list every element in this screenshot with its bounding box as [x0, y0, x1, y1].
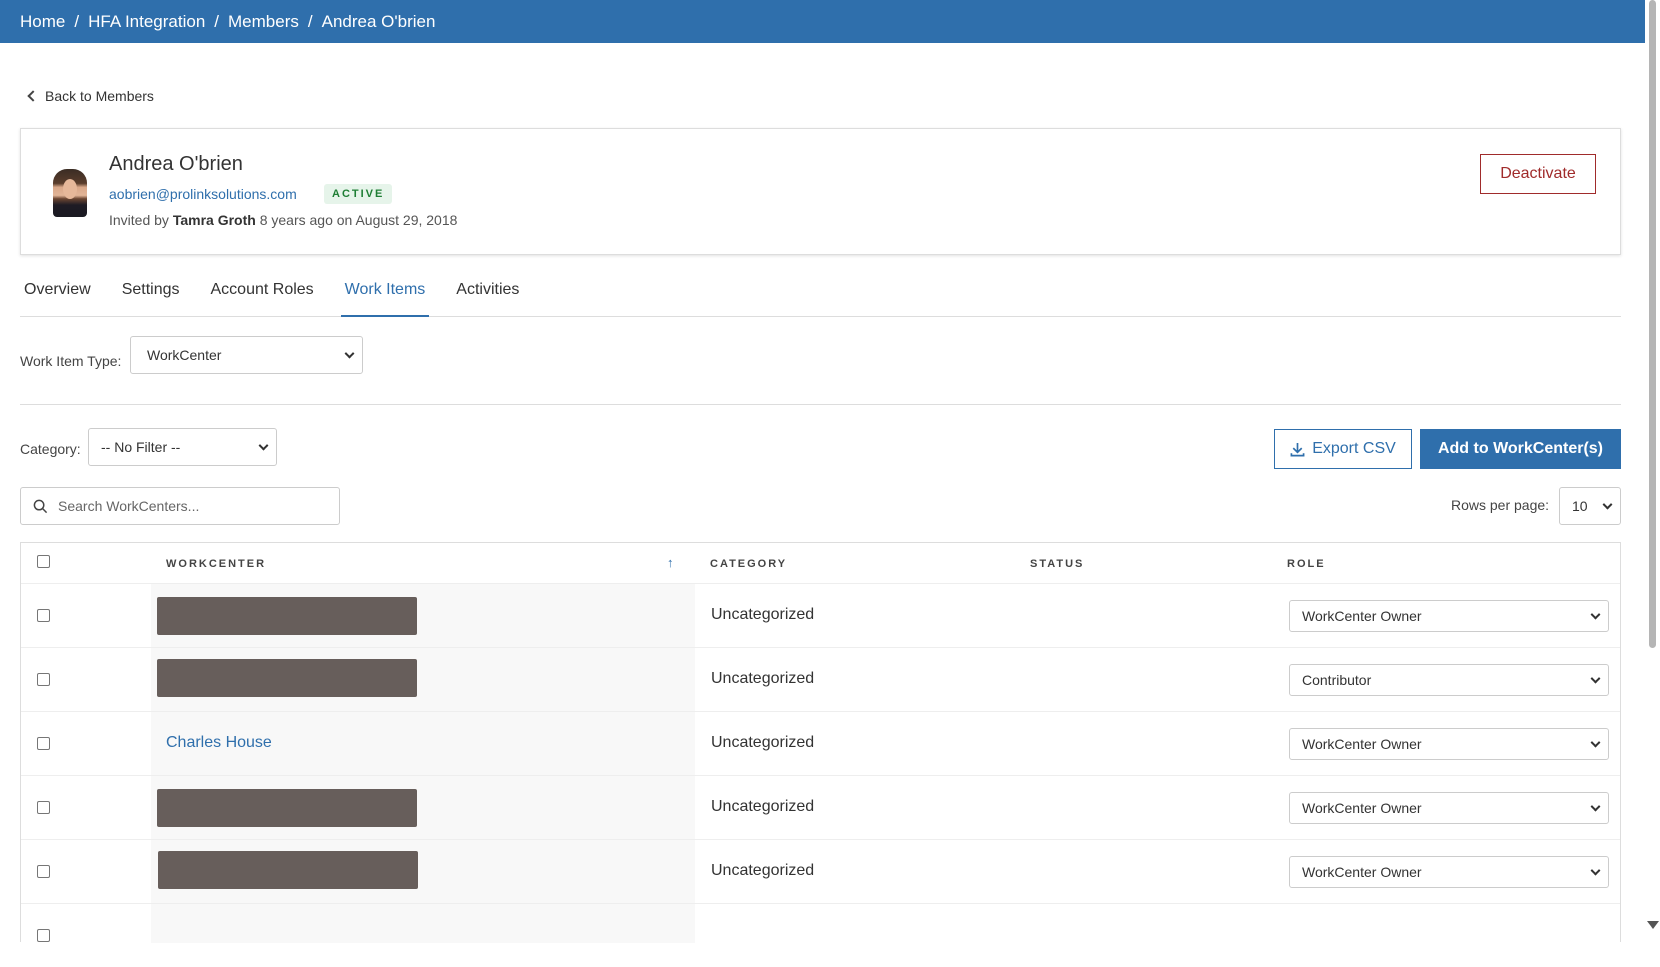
row-category: Uncategorized: [711, 798, 815, 815]
tab-activities[interactable]: Activities: [452, 270, 523, 317]
invited-date: 8 years ago on August 29, 2018: [259, 212, 458, 228]
breadcrumb-separator: /: [74, 11, 80, 31]
member-tabs: Overview Settings Account Roles Work Ite…: [20, 270, 1621, 317]
work-item-type-label: Work Item Type:: [20, 353, 122, 369]
chevron-down-icon: [344, 348, 355, 359]
breadcrumb-members[interactable]: Members: [228, 12, 299, 32]
select-all-checkbox[interactable]: [37, 555, 50, 568]
table-row: Charles House Uncategorized WorkCenter O…: [21, 711, 1620, 775]
row-checkbox[interactable]: [37, 865, 50, 878]
tab-work-items[interactable]: Work Items: [340, 270, 430, 317]
breadcrumb-current: Andrea O'brien: [321, 11, 436, 31]
row-category: Uncategorized: [711, 670, 815, 687]
work-item-type-select[interactable]: WorkCenter: [130, 336, 363, 374]
chevron-down-icon: [1590, 673, 1601, 684]
chevron-down-icon: [1602, 499, 1613, 510]
section-divider: [20, 404, 1621, 405]
breadcrumb-separator: /: [214, 11, 220, 31]
avatar: [53, 169, 87, 217]
role-value: WorkCenter Owner: [1302, 800, 1422, 816]
chevron-left-icon: [27, 90, 39, 102]
download-icon: [1290, 442, 1305, 456]
search-icon: [33, 499, 48, 513]
category-filter-select[interactable]: -- No Filter --: [88, 428, 277, 466]
status-badge: ACTIVE: [324, 184, 393, 204]
breadcrumb-hfa-integration[interactable]: HFA Integration: [88, 12, 205, 32]
rows-per-page-value: 10: [1572, 498, 1588, 514]
scrollbar-thumb[interactable]: [1649, 0, 1656, 648]
back-to-members-link[interactable]: Back to Members: [27, 88, 154, 104]
row-checkbox[interactable]: [37, 609, 50, 622]
row-checkbox[interactable]: [37, 673, 50, 686]
role-value: WorkCenter Owner: [1302, 608, 1422, 624]
member-name: Andrea O'brien: [109, 153, 243, 175]
member-card: Andrea O'brien aobrien@prolinksolutions.…: [20, 128, 1621, 255]
invited-info: Invited by Tamra Groth 8 years ago on Au…: [109, 212, 457, 228]
table-row-partial: [21, 903, 1620, 967]
redacted-workcenter: [157, 659, 417, 697]
add-to-workcenters-button[interactable]: Add to WorkCenter(s): [1420, 429, 1621, 469]
tab-settings[interactable]: Settings: [118, 270, 184, 317]
workcenters-table: WORKCENTER ↑ CATEGORY STATUS ROLE Uncate…: [20, 542, 1621, 943]
table-row: Uncategorized WorkCenter Owner: [21, 775, 1620, 839]
role-value: Contributor: [1302, 672, 1372, 688]
role-select[interactable]: WorkCenter Owner: [1289, 856, 1609, 888]
member-email[interactable]: aobrien@prolinksolutions.com: [109, 186, 297, 202]
rows-per-page-label: Rows per page:: [1451, 497, 1550, 513]
role-select[interactable]: WorkCenter Owner: [1289, 600, 1609, 632]
role-value: WorkCenter Owner: [1302, 736, 1422, 752]
export-csv-label: Export CSV: [1312, 440, 1396, 457]
invited-by-name: Tamra Groth: [172, 212, 256, 228]
role-value: WorkCenter Owner: [1302, 864, 1422, 880]
deactivate-button[interactable]: Deactivate: [1480, 154, 1596, 194]
header-category[interactable]: CATEGORY: [710, 558, 787, 570]
category-filter-label: Category:: [20, 441, 81, 457]
row-checkbox[interactable]: [37, 737, 50, 750]
chevron-down-icon: [258, 440, 269, 451]
row-category: Uncategorized: [711, 734, 815, 751]
table-row: Uncategorized WorkCenter Owner: [21, 583, 1620, 647]
breadcrumb: Home / HFA Integration / Members / Andre…: [0, 0, 1645, 43]
scroll-down-arrow-icon[interactable]: [1647, 921, 1659, 929]
table-row: Uncategorized Contributor: [21, 647, 1620, 711]
page-scrollbar[interactable]: [1645, 0, 1660, 931]
tab-overview[interactable]: Overview: [20, 270, 95, 317]
rows-per-page-select[interactable]: 10: [1559, 487, 1621, 525]
search-box: [20, 487, 340, 525]
row-checkbox[interactable]: [37, 801, 50, 814]
chevron-down-icon: [1590, 865, 1601, 876]
redacted-workcenter: [157, 597, 417, 635]
workcenter-link[interactable]: Charles House: [166, 734, 272, 752]
table-row: Uncategorized WorkCenter Owner: [21, 839, 1620, 903]
redacted-workcenter: [157, 789, 417, 827]
header-role[interactable]: ROLE: [1287, 558, 1326, 570]
header-workcenter[interactable]: WORKCENTER: [166, 558, 266, 570]
search-input[interactable]: [58, 498, 318, 514]
row-category: Uncategorized: [711, 862, 815, 879]
breadcrumb-home[interactable]: Home: [20, 12, 65, 32]
work-item-type-value: WorkCenter: [147, 347, 222, 363]
table-header: WORKCENTER ↑ CATEGORY STATUS ROLE: [21, 543, 1620, 583]
category-filter-value: -- No Filter --: [101, 439, 181, 455]
export-csv-button[interactable]: Export CSV: [1274, 429, 1412, 469]
chevron-down-icon: [1590, 801, 1601, 812]
back-link-label: Back to Members: [45, 88, 154, 104]
chevron-down-icon: [1590, 737, 1601, 748]
role-select[interactable]: WorkCenter Owner: [1289, 728, 1609, 760]
row-category: Uncategorized: [711, 606, 815, 623]
tab-account-roles[interactable]: Account Roles: [207, 270, 318, 317]
redacted-workcenter: [158, 851, 418, 889]
header-status[interactable]: STATUS: [1030, 558, 1084, 570]
role-select[interactable]: WorkCenter Owner: [1289, 792, 1609, 824]
chevron-down-icon: [1590, 609, 1601, 620]
breadcrumb-separator: /: [307, 11, 313, 31]
invited-prefix: Invited by: [109, 212, 169, 228]
sort-ascending-icon[interactable]: ↑: [667, 555, 676, 570]
role-select[interactable]: Contributor: [1289, 664, 1609, 696]
